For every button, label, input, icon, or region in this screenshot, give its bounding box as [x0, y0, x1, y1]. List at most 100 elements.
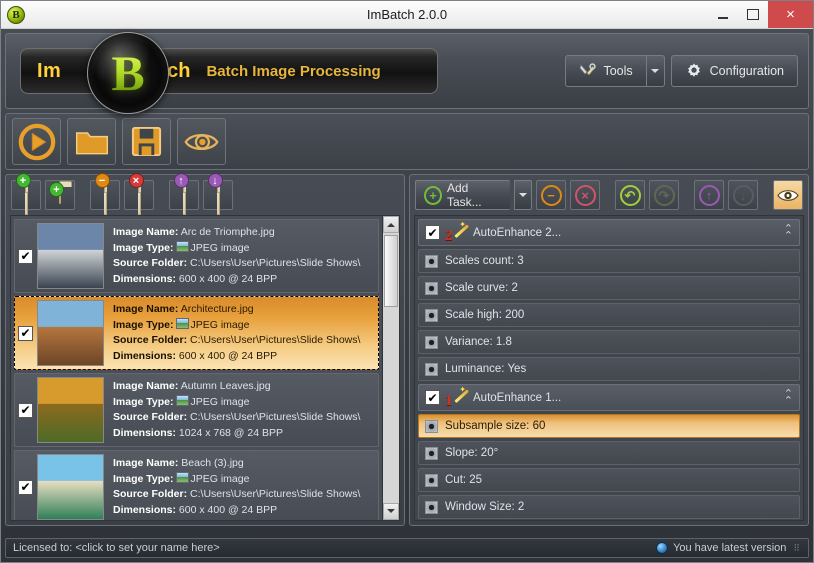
badge: −	[94, 173, 110, 188]
resize-grip[interactable]: ⠿	[793, 543, 801, 554]
task-parameter-row[interactable]: Variance: 1.8	[418, 330, 800, 354]
image-checkbox[interactable]: ✔	[18, 402, 33, 418]
preview-button[interactable]	[177, 118, 226, 165]
parameter-icon	[425, 473, 438, 487]
scrollbar-track[interactable]	[383, 233, 399, 503]
images-list[interactable]: ✔ Image Name: Arc de Triomphe.jpg Image Ty…	[10, 215, 400, 521]
task-group-header[interactable]: ✔ 2 ✦ AutoEnhance 2... ⌃ ⌃	[418, 219, 800, 246]
add-task-label: Add Task...	[446, 181, 482, 209]
parameter-icon	[425, 419, 438, 433]
add-task-button[interactable]: + Add Task...	[415, 180, 511, 210]
image-checkbox[interactable]: ✔	[18, 248, 33, 264]
remove-image-button[interactable]: −	[90, 173, 120, 215]
close-button[interactable]: ×	[768, 1, 813, 28]
logo-tagline: Batch Image Processing	[206, 62, 381, 80]
task-parameter-row[interactable]: Subsample size: 60	[418, 414, 800, 438]
parameter-label: Scales count: 3	[445, 255, 524, 267]
task-parameter-row[interactable]: Scales count: 3	[418, 249, 800, 273]
logo-text-im: Im	[37, 59, 62, 82]
image-checkbox[interactable]: ✔	[18, 479, 33, 495]
folder-plus-icon: +	[49, 182, 64, 204]
tasks-toolbar: + Add Task... − × ↶ ↷ ↑ ↓	[410, 175, 808, 215]
open-folder-button[interactable]	[67, 118, 116, 165]
image-list-item[interactable]: ✔ Image Name: Autumn Leaves.jpg Image Type…	[14, 373, 379, 447]
arrow-down-circle-icon: ↓	[732, 184, 754, 206]
parameter-icon	[425, 446, 438, 460]
logo-orb-icon: B	[87, 32, 169, 114]
task-checkbox[interactable]: ✔	[425, 390, 440, 405]
scrollbar-thumb[interactable]	[384, 235, 398, 307]
chevron-down-icon	[519, 192, 528, 201]
scroll-up-button[interactable]	[383, 216, 399, 233]
magic-wand-icon: 1 ✦	[445, 385, 470, 409]
tasks-list[interactable]: ✔ 2 ✦ AutoEnhance 2... ⌃ ⌃ Scales count: 3 Scal…	[414, 215, 804, 521]
parameter-label: Window Size: 2	[445, 501, 525, 513]
task-preview-button[interactable]	[773, 180, 803, 210]
tools-dropdown-button[interactable]	[645, 55, 665, 87]
tools-button[interactable]: Tools	[565, 55, 646, 87]
configuration-button[interactable]: Configuration	[670, 55, 798, 87]
badge: +	[15, 173, 31, 188]
task-parameter-row[interactable]: Luminance: Yes	[418, 357, 800, 381]
plus-circle-icon: +	[424, 185, 442, 205]
move-task-down-button[interactable]: ↓	[728, 180, 758, 210]
status-bar: Licensed to: <click to set your name her…	[5, 538, 809, 558]
magic-wand-icon: 2 ✦	[445, 220, 470, 244]
parameter-label: Scale curve: 2	[445, 282, 518, 294]
images-panel: + + − × ↑ ↓ ✔ Image Name: Arc de Triomphe.jpg I…	[5, 173, 405, 526]
save-button[interactable]	[122, 118, 171, 165]
task-parameter-row[interactable]: Window Size: 2	[418, 495, 800, 519]
image-plus-icon: +	[15, 173, 31, 215]
run-batch-button[interactable]	[12, 118, 61, 165]
scroll-down-button[interactable]	[383, 503, 399, 520]
task-group-header[interactable]: ✔ 1 ✦ AutoEnhance 1... ⌃ ⌃	[418, 384, 800, 411]
badge: ×	[128, 173, 144, 188]
jpeg-icon	[175, 394, 189, 406]
add-images-button[interactable]: +	[11, 173, 41, 215]
redo-button[interactable]: ↷	[649, 180, 679, 210]
redo-arrow-icon: ↷	[653, 184, 675, 206]
move-task-up-button[interactable]: ↑	[694, 180, 724, 210]
chevron-up-double-icon[interactable]: ⌃ ⌃	[784, 223, 793, 241]
chevron-up-double-icon[interactable]: ⌃ ⌃	[784, 388, 793, 406]
image-list-item[interactable]: ✔ Image Name: Arc de Triomphe.jpg Image Ty…	[14, 219, 379, 293]
minimize-button[interactable]	[708, 1, 738, 28]
triangle-up-icon	[387, 219, 395, 227]
remove-task-button[interactable]: −	[536, 180, 566, 210]
image-details: Image Name: Architecture.jpg Image Type: J…	[113, 303, 361, 362]
app-logo: Im B atch Batch Image Processing	[20, 32, 438, 114]
parameter-icon	[425, 362, 438, 376]
add-folder-button[interactable]: +	[45, 180, 75, 210]
badge: ↑	[173, 173, 189, 188]
eye-icon	[184, 133, 219, 150]
folder-icon	[75, 131, 108, 154]
delete-task-button[interactable]: ×	[570, 180, 600, 210]
maximize-button[interactable]	[738, 1, 768, 28]
add-task-dropdown-button[interactable]	[514, 180, 532, 210]
undo-button[interactable]: ↶	[615, 180, 645, 210]
license-label[interactable]: Licensed to: <click to set your name her…	[13, 542, 220, 554]
task-checkbox[interactable]: ✔	[425, 225, 440, 240]
parameter-icon	[425, 308, 438, 322]
parameter-label: Scale high: 200	[445, 309, 525, 321]
image-thumbnail	[37, 377, 104, 443]
images-toolbar: + + − × ↑ ↓	[6, 173, 404, 215]
task-group-title: AutoEnhance 2...	[473, 226, 562, 239]
image-list-item[interactable]: ✔ Image Name: Beach (3).jpg Image Type: JPE…	[14, 450, 379, 520]
parameter-icon	[425, 335, 438, 349]
imbatch-window: B ImBatch 2.0.0 × Im B atch Batch Image …	[0, 0, 814, 563]
move-image-down-button[interactable]: ↓	[203, 173, 233, 215]
configuration-label: Configuration	[709, 64, 784, 78]
minus-circle-icon: −	[540, 184, 562, 206]
image-list-item[interactable]: ✔ Image Name: Architecture.jpg Image Type:…	[14, 296, 379, 370]
parameter-label: Luminance: Yes	[445, 363, 527, 375]
clear-images-button[interactable]: ×	[124, 173, 154, 215]
move-image-up-button[interactable]: ↑	[169, 173, 199, 215]
task-parameter-row[interactable]: Scale curve: 2	[418, 276, 800, 300]
images-scrollbar[interactable]	[382, 216, 399, 520]
image-checkbox[interactable]: ✔	[18, 325, 33, 341]
task-parameter-row[interactable]: Scale high: 200	[418, 303, 800, 327]
task-parameter-row[interactable]: Cut: 25	[418, 468, 800, 492]
task-parameter-row[interactable]: Slope: 20°	[418, 441, 800, 465]
jpeg-icon	[175, 240, 189, 252]
